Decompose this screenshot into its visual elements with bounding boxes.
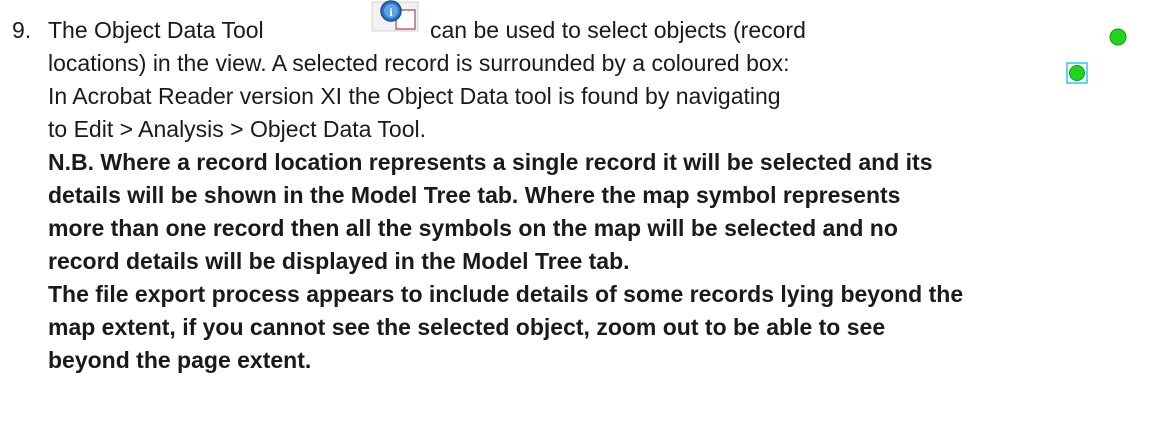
intro-line-cont: can be used to select objects (record — [430, 14, 806, 47]
object-data-tool-icon: i — [371, 0, 421, 32]
note-line-4: record details will be displayed in the … — [48, 248, 630, 274]
intro-line: The Object Data Tool — [48, 14, 264, 47]
note-line-6: map extent, if you cannot see the select… — [48, 314, 886, 340]
intro-text-2: can be used to select objects (record — [430, 17, 806, 43]
list-item-number: 9. — [12, 17, 32, 43]
line-2: locations) in the view. A selected recor… — [48, 50, 790, 76]
intro-text-1: The Object Data Tool — [48, 17, 264, 43]
line-3: In Acrobat Reader version XI the Object … — [48, 83, 781, 109]
selected-record-marker-icon — [1066, 62, 1088, 89]
note-line-1: N.B. Where a record location represents … — [48, 149, 933, 175]
note-line-2: details will be shown in the Model Tree … — [48, 182, 901, 208]
note-line-5: The file export process appears to inclu… — [48, 281, 964, 307]
note-line-3: more than one record then all the symbol… — [48, 215, 898, 241]
note-line-7: beyond the page extent. — [48, 347, 312, 373]
line-4: to Edit > Analysis > Object Data Tool. — [48, 116, 427, 142]
record-marker-icon — [1108, 27, 1128, 52]
